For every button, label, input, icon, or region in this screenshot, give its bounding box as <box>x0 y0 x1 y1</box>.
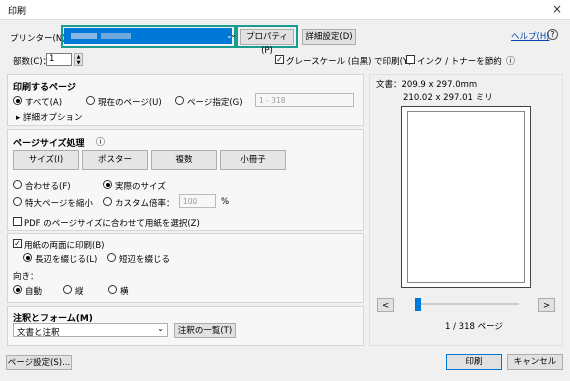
summarize-button[interactable]: 注釈の一覧(T) <box>174 323 236 338</box>
orientation-label: 向き： <box>13 272 39 282</box>
advanced-button[interactable]: 詳細設定(D) <box>302 29 356 45</box>
radio-landscape[interactable] <box>108 285 117 294</box>
print-button[interactable]: 印刷 <box>446 354 502 370</box>
radio-actual-size-label: 実際のサイズ <box>115 182 166 192</box>
radio-custom-scale[interactable] <box>103 197 112 206</box>
page-slider-thumb[interactable] <box>415 298 421 311</box>
page-status: 1 / 318 ページ <box>445 322 503 332</box>
comments-select[interactable]: 文書と注釈 ⌄ <box>13 323 168 338</box>
radio-actual-size[interactable] <box>103 180 112 189</box>
radio-auto-label: 自動 <box>25 287 43 297</box>
grayscale-label: グレースケール (白黒) で印刷(Y) <box>286 57 412 67</box>
radio-portrait[interactable] <box>63 285 72 294</box>
radio-fit-label: 合わせる(F) <box>25 182 71 192</box>
printer-select[interactable] <box>64 28 232 44</box>
comments-selected-value: 文書と注釈 <box>17 328 60 338</box>
pages-heading: 印刷するページ <box>13 83 76 93</box>
booklet-button[interactable]: 小冊子 <box>220 150 286 170</box>
close-icon[interactable]: × <box>552 2 562 16</box>
radio-short-edge-label: 短辺を綴じる <box>119 255 171 265</box>
help-link[interactable]: ヘルプ(H) <box>511 30 550 42</box>
radio-auto[interactable] <box>13 285 22 294</box>
copies-stepper[interactable]: ▲ ▼ <box>74 53 83 66</box>
radio-range-label: ページ指定(G) <box>187 98 243 108</box>
range-input[interactable]: 1 - 318 <box>255 93 354 107</box>
multiple-button[interactable]: 複数 <box>151 150 217 170</box>
duplex-checkbox[interactable]: ✓ <box>13 239 22 248</box>
help-icon[interactable]: ? <box>547 29 558 40</box>
percent-label: % <box>221 197 230 207</box>
radio-custom-scale-label: カスタム倍率： <box>115 199 175 209</box>
radio-all[interactable] <box>13 96 22 105</box>
radio-shrink-label: 特大ページを縮小 <box>25 199 93 209</box>
duplex-label: 用紙の両面に印刷(B) <box>24 241 105 251</box>
properties-button[interactable]: プロパティ(P) <box>240 29 294 56</box>
prev-page-button[interactable]: < <box>377 298 394 312</box>
next-page-button[interactable]: > <box>538 298 555 312</box>
sizing-heading: ページサイズ処理 <box>13 139 85 149</box>
page-slider-track[interactable] <box>419 303 519 305</box>
info-icon[interactable]: ⓘ <box>506 54 515 67</box>
size-button[interactable]: サイズ(I) <box>13 150 79 170</box>
radio-fit[interactable] <box>13 180 22 189</box>
page-preview-margin <box>407 111 525 283</box>
radio-all-label: すべて(A) <box>25 98 63 108</box>
paper-size: 210.02 x 297.01 ミリ <box>403 93 493 103</box>
more-options-toggle[interactable]: ▸ 詳細オプション <box>16 111 82 123</box>
cancel-button[interactable]: キャンセル <box>507 354 563 370</box>
poster-button[interactable]: ポスター <box>82 150 148 170</box>
window-title: 印刷 <box>8 7 27 17</box>
info-icon[interactable]: ⓘ <box>96 135 105 148</box>
scale-input[interactable]: 100 <box>179 194 216 208</box>
title-bar: 印刷 × <box>0 0 570 20</box>
pdf-paper-checkbox[interactable] <box>13 217 22 226</box>
pdf-paper-label: PDF のページサイズに合わせて用紙を選択(Z) <box>24 219 200 229</box>
radio-current-label: 現在のページ(U) <box>98 98 162 108</box>
radio-range[interactable] <box>175 96 184 105</box>
grayscale-checkbox[interactable]: ✓ <box>275 55 284 64</box>
radio-landscape-label: 横 <box>120 287 129 297</box>
page-setup-button[interactable]: ページ設定(S)... <box>6 355 72 370</box>
radio-short-edge[interactable] <box>107 253 116 262</box>
printer-name-redacted <box>101 33 131 39</box>
chevron-down-icon: ⌄ <box>157 324 164 333</box>
radio-portrait-label: 縦 <box>75 287 84 297</box>
radio-long-edge[interactable] <box>23 253 32 262</box>
radio-current[interactable] <box>86 96 95 105</box>
page-preview <box>401 106 531 288</box>
doc-size: 文書：209.9 x 297.0mm <box>376 80 478 90</box>
ink-save-label: インク / トナーを節約 <box>417 57 502 67</box>
radio-long-edge-label: 長辺を綴じる(L) <box>35 255 98 265</box>
radio-shrink[interactable] <box>13 197 22 206</box>
copies-field[interactable]: 1 <box>46 53 72 66</box>
printer-name-redacted <box>71 33 97 39</box>
ink-save-checkbox[interactable] <box>406 55 415 64</box>
